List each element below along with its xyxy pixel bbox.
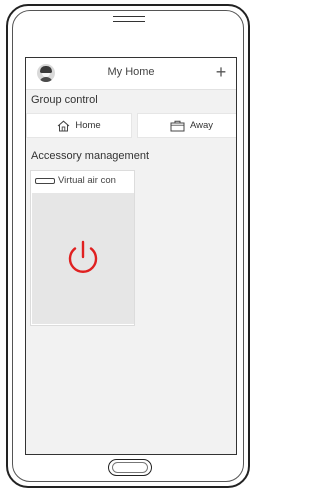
away-mode-label: Away (189, 120, 214, 131)
accessory-management-heading: Accessory management (31, 150, 149, 162)
accessory-card-header: Virtual air con (31, 171, 134, 190)
accessory-name: Virtual air con (58, 175, 116, 186)
speaker-grille (113, 16, 145, 22)
add-button[interactable]: + (213, 62, 229, 82)
power-icon[interactable] (65, 239, 101, 277)
page-title: My Home (107, 66, 155, 78)
briefcase-icon (170, 120, 185, 131)
app-screen: My Home + Group control Home Away Access… (25, 57, 237, 455)
home-mode-button[interactable]: Home (26, 113, 132, 138)
app-header: My Home + (26, 58, 236, 90)
phone-home-button[interactable] (108, 459, 152, 476)
house-icon (57, 120, 70, 131)
accessory-card[interactable]: Virtual air con (30, 170, 135, 326)
accessory-control-area[interactable] (32, 193, 134, 324)
air-conditioner-icon (35, 177, 55, 184)
group-control-heading: Group control (31, 94, 98, 106)
home-mode-label: Home (75, 120, 101, 131)
away-mode-button[interactable]: Away (137, 113, 236, 138)
